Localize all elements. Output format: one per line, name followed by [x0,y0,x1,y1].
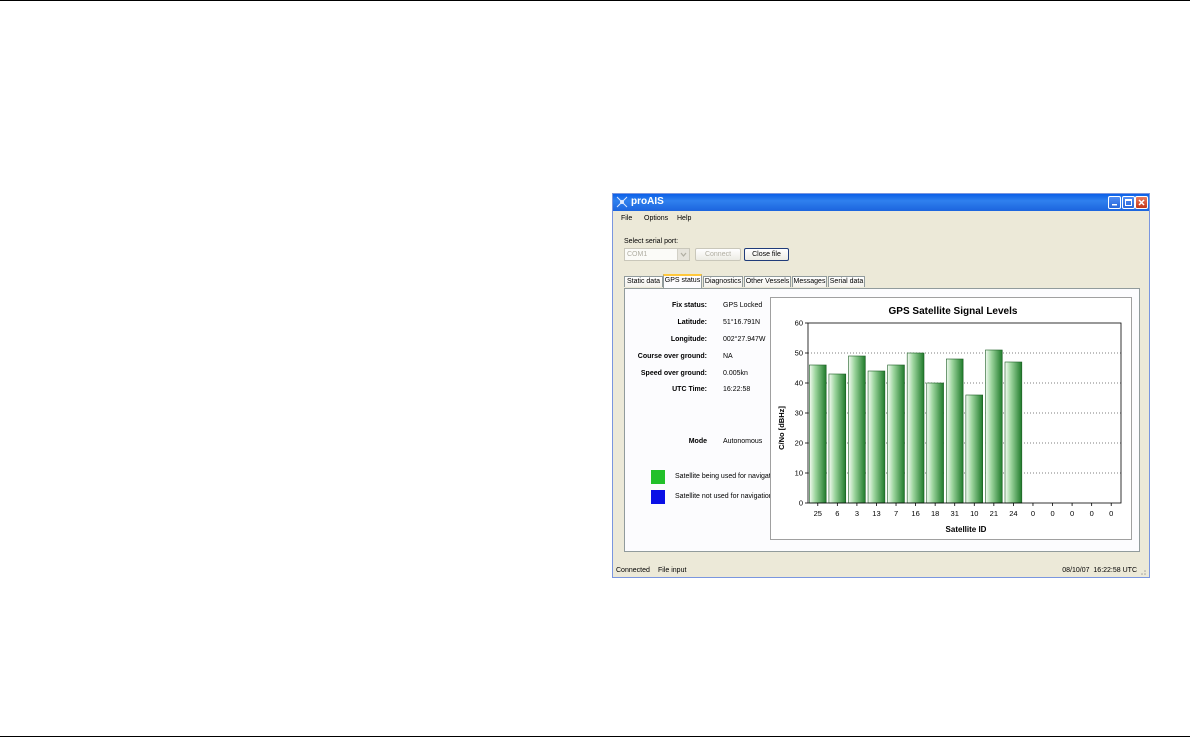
title-bar[interactable]: proAIS [613,194,1149,211]
top-rule [0,0,1190,1]
x-tick-label: 18 [931,509,939,518]
tab-gps-status[interactable]: GPS status [663,274,702,288]
y-tick-label: 0 [799,499,803,508]
chart-ylabel: C/No [dBHz] [777,406,786,450]
tab-label: Other Vessels [745,278,790,285]
satellite-icon [616,196,628,208]
legend-swatch-used [651,470,665,484]
x-tick-label: 0 [1109,509,1113,518]
y-tick-label: 50 [795,349,803,358]
x-tick-label: 0 [1031,509,1035,518]
y-tick-label: 60 [795,319,803,328]
fix-status-value: GPS Locked [723,302,763,309]
legend-swatch-unused [651,490,665,504]
speed-label: Speed over ground: [640,370,707,377]
tab-label: Static data [626,278,661,285]
legend-label-unused: Satellite not used for navigation [675,493,773,500]
x-tick-label: 0 [1050,509,1054,518]
fix-status-label: Fix status: [671,302,707,309]
tab-label: Serial data [829,278,864,285]
x-tick-label: 13 [872,509,880,518]
plot-area: 0 10 20 30 40 50 60 25 6 3 13 7 16 18 31 10 21 24 0 0 0 0 0 [795,319,1122,518]
x-tick-label: 21 [990,509,998,518]
resize-grip-icon[interactable] [1139,568,1147,576]
y-tick-label: 30 [795,409,803,418]
tab-static-data[interactable]: Static data [624,276,663,287]
signal-bar [848,355,866,504]
signal-bar [926,382,944,504]
chevron-down-icon [680,252,687,257]
app-window: proAIS File Options Help Select serial p… [612,193,1150,578]
course-label: Course over ground: [637,353,707,360]
chart-canvas: GPS Satellite Signal Levels C/No [dBHz] … [777,306,1122,534]
x-tick-label: 10 [970,509,978,518]
tab-diagnostics[interactable]: Diagnostics [703,276,743,287]
serial-port-label: Select serial port: [624,238,679,245]
status-source: File input [658,567,687,574]
x-tick-label: 6 [835,509,839,518]
mode-value: Autonomous [723,438,763,445]
maximize-icon [1125,199,1132,206]
signal-bar [906,352,925,504]
tab-serial-data[interactable]: Serial data [828,276,865,287]
maximize-button[interactable] [1122,196,1135,209]
y-tick-label: 10 [795,469,803,478]
menu-options[interactable]: Options [644,215,668,222]
close-window-button[interactable] [1135,196,1148,209]
close-icon [1138,199,1145,206]
x-tick-label: 31 [951,509,959,518]
signal-bar [985,349,1003,504]
utc-time-label: UTC Time: [672,386,707,393]
menu-help[interactable]: Help [677,215,691,222]
longitude-label: Longitude: [670,336,707,343]
latitude-label: Latitude: [677,319,707,326]
signal-bar [965,394,983,504]
mode-label: Mode [688,438,707,445]
tab-messages[interactable]: Messages [792,276,827,287]
signal-bar [828,373,847,504]
tab-other-vessels[interactable]: Other Vessels [744,276,791,287]
window-title: proAIS [631,196,664,207]
tab-label: Diagnostics [704,278,742,285]
latitude-value: 51°16.791N [723,319,761,326]
chart-xlabel: Satellite ID [946,525,987,534]
serial-port-value: COM1 [627,251,648,258]
connect-button[interactable]: Connect [695,248,741,261]
minimize-button[interactable] [1108,196,1121,209]
signal-bar [867,370,886,504]
satellite-signal-chart: GPS Satellite Signal Levels C/No [dBHz] … [770,297,1132,540]
x-tick-label: 16 [911,509,919,518]
tab-label: GPS status [664,277,701,284]
signal-bar [809,364,827,504]
legend-label-used: Satellite being used for navigation [675,473,781,480]
x-tick-label: 25 [814,509,822,518]
menu-file[interactable]: File [621,215,632,222]
y-tick-label: 40 [795,379,803,388]
signal-bar [1004,361,1023,504]
x-tick-label: 7 [894,509,898,518]
serial-port-select[interactable]: COM1 [624,248,690,261]
course-value: NA [723,353,733,360]
speed-value: 0.005kn [723,370,748,377]
longitude-value: 002°27.947W [723,336,766,343]
close-file-button[interactable]: Close file [744,248,789,261]
chart-title: GPS Satellite Signal Levels [889,306,1018,317]
utc-time-value: 16:22:58 [723,386,751,393]
dropdown-arrow[interactable] [677,249,689,260]
y-tick-label: 20 [795,439,803,448]
status-connection: Connected [616,567,650,574]
menu-bar: File Options Help [613,211,1149,227]
signal-bar [946,358,964,504]
status-bar: Connected File input 08/10/07 16:22:58 U… [613,567,1149,577]
close-file-button-label: Close file [752,251,781,258]
x-tick-label: 0 [1070,509,1074,518]
connect-button-label: Connect [704,251,732,258]
x-tick-label: 24 [1009,509,1017,518]
x-tick-label: 3 [855,509,859,518]
minimize-icon [1112,204,1117,206]
signal-bar [887,364,905,504]
x-tick-label: 0 [1090,509,1094,518]
tab-label: Messages [793,278,826,285]
status-timestamp: 08/10/07 16:22:58 UTC [1062,567,1137,574]
